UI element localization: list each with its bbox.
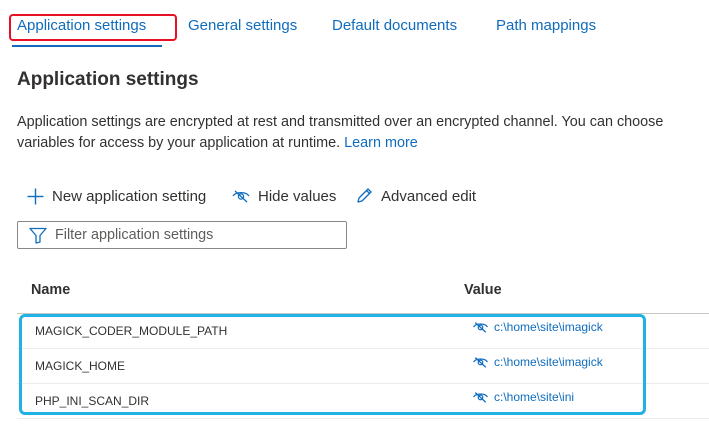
description-line-1: Application settings are encrypted at re…: [17, 114, 664, 130]
row-name[interactable]: PHP_INI_SCAN_DIR: [35, 394, 149, 408]
table-row[interactable]: MAGICK_HOME c:\home\site\imagick: [17, 349, 709, 384]
tab-path-mappings[interactable]: Path mappings: [496, 17, 596, 34]
filter-box[interactable]: [17, 221, 347, 249]
section-description: Application settings are encrypted at re…: [17, 112, 709, 154]
table-row[interactable]: PHP_INI_SCAN_DIR c:\home\site\ini: [17, 384, 709, 419]
eye-hidden-icon: [472, 322, 489, 333]
table-row[interactable]: MAGICK_CODER_MODULE_PATH c:\home\site\im…: [17, 314, 709, 349]
row-value[interactable]: c:\home\site\imagick: [472, 355, 603, 369]
hide-values-button[interactable]: Hide values: [232, 184, 336, 208]
hide-values-label: Hide values: [258, 187, 337, 205]
app-settings-page: Application settings General settings De…: [0, 0, 709, 438]
description-line-2: variables for access by your application…: [17, 133, 709, 154]
pencil-icon: [357, 188, 372, 203]
advanced-edit-button[interactable]: Advanced edit: [355, 184, 476, 208]
row-name[interactable]: MAGICK_HOME: [35, 359, 125, 373]
tab-general-settings[interactable]: General settings: [188, 17, 297, 34]
new-application-setting-button[interactable]: New application setting: [27, 184, 206, 208]
funnel-icon: [29, 227, 47, 244]
filter-input[interactable]: [55, 227, 325, 243]
eye-hidden-icon: [232, 190, 250, 203]
column-header-name[interactable]: Name: [31, 282, 70, 298]
description-line-2-text: variables for access by your application…: [17, 135, 341, 151]
learn-more-link[interactable]: Learn more: [344, 135, 418, 151]
row-value-text: c:\home\site\ini: [494, 390, 575, 404]
tab-highlight-box: [9, 14, 177, 41]
plus-icon: [27, 188, 44, 204]
row-name[interactable]: MAGICK_CODER_MODULE_PATH: [35, 324, 227, 338]
active-tab-indicator: [12, 45, 162, 47]
tab-default-documents[interactable]: Default documents: [332, 17, 457, 34]
row-value[interactable]: c:\home\site\imagick: [472, 320, 603, 334]
row-value[interactable]: c:\home\site\ini: [472, 390, 574, 404]
column-header-value[interactable]: Value: [464, 282, 502, 298]
row-value-text: c:\home\site\imagick: [494, 355, 603, 369]
settings-tabs: Application settings General settings De…: [0, 0, 709, 50]
new-application-setting-label: New application setting: [52, 187, 207, 205]
advanced-edit-label: Advanced edit: [381, 187, 477, 205]
eye-hidden-icon: [472, 357, 489, 368]
section-title: Application settings: [17, 69, 199, 90]
row-value-text: c:\home\site\imagick: [494, 320, 603, 334]
eye-hidden-icon: [472, 392, 489, 403]
